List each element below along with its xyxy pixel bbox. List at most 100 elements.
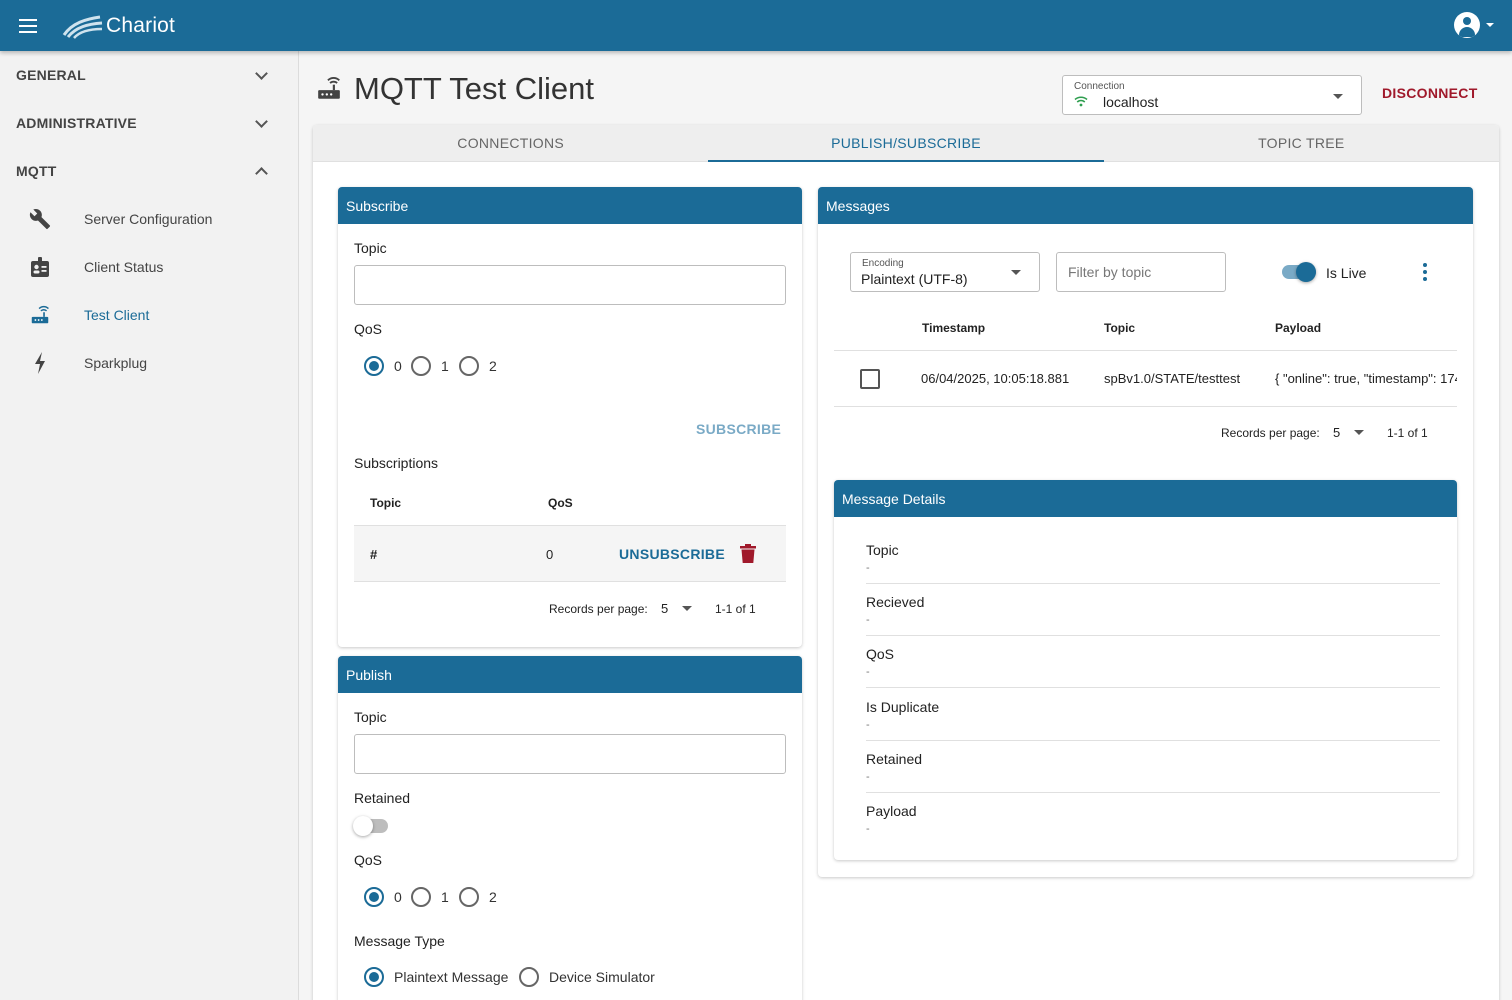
encoding-value: Plaintext (UTF-8) — [861, 271, 968, 287]
nav-group-label: MQTT — [16, 163, 57, 179]
message-type-radio-plaintext[interactable] — [364, 967, 384, 987]
connection-value: localhost — [1103, 94, 1159, 110]
publish-panel: Publish Topic Retained QoS 0 1 2 Message… — [338, 656, 802, 1000]
tab-publish-subscribe[interactable]: PUBLISH/SUBSCRIBE — [708, 125, 1104, 162]
account-menu[interactable] — [1454, 12, 1494, 38]
menu-icon[interactable] — [0, 0, 56, 51]
sidebar-item-label: Client Status — [84, 259, 164, 275]
detail-label: Is Duplicate — [866, 699, 940, 715]
publish-qos-radio-2[interactable] — [459, 887, 479, 907]
tab-topic-tree[interactable]: TOPIC TREE — [1104, 125, 1499, 161]
message-payload: { "online": true, "timestamp": 174 — [1275, 371, 1457, 386]
message-details-panel: Message Details Topic - Recieved - QoS -… — [834, 480, 1457, 860]
caret-down-icon — [1011, 270, 1021, 275]
message-type-option-label: Plaintext Message — [394, 969, 509, 985]
more-options-icon[interactable] — [1423, 263, 1427, 281]
messages-column-payload: Payload — [1275, 321, 1322, 335]
caret-down-icon — [1333, 94, 1343, 99]
is-live-toggle-thumb — [1296, 262, 1316, 282]
subscribe-panel: Subscribe Topic QoS 0 1 2 SUBSCRIBE Subs… — [338, 187, 802, 647]
row-checkbox[interactable] — [860, 369, 880, 389]
caret-down-icon — [682, 606, 692, 611]
subscribe-button[interactable]: SUBSCRIBE — [696, 421, 781, 437]
subscribe-qos-option-label: 0 — [394, 358, 402, 374]
records-per-page-select[interactable]: 5 — [661, 601, 668, 616]
publish-qos-option-label: 1 — [441, 889, 449, 905]
sidebar: GENERAL ADMINISTRATIVE MQTT Server Confi… — [0, 51, 299, 1000]
filter-topic-placeholder: Filter by topic — [1068, 264, 1152, 280]
lightning-icon — [28, 351, 52, 375]
subscription-topic: # — [370, 547, 378, 562]
messages-column-topic: Topic — [1104, 321, 1136, 335]
account-icon — [1454, 12, 1480, 38]
records-per-page-select[interactable]: 5 — [1333, 425, 1340, 440]
detail-label: Retained — [866, 751, 923, 767]
detail-value: - — [866, 562, 870, 574]
sidebar-item-sparkplug[interactable]: Sparkplug — [0, 339, 298, 387]
publish-qos-option-label: 0 — [394, 889, 402, 905]
test-client-card: CONNECTIONS PUBLISH/SUBSCRIBE TOPIC TREE… — [313, 125, 1499, 1000]
nav-group-administrative[interactable]: ADMINISTRATIVE — [0, 99, 298, 147]
sidebar-item-test-client[interactable]: Test Client — [0, 291, 298, 339]
chevron-down-icon — [255, 114, 268, 128]
connection-label: Connection — [1074, 81, 1125, 92]
sidebar-item-label: Server Configuration — [84, 211, 213, 227]
subscribe-qos-radio-2[interactable] — [459, 356, 479, 376]
subscribe-panel-header: Subscribe — [338, 187, 802, 224]
filter-topic-input[interactable]: Filter by topic — [1056, 252, 1226, 292]
sidebar-item-label: Test Client — [84, 307, 150, 323]
message-topic: spBv1.0/STATE/testtest — [1104, 371, 1241, 386]
detail-label: Topic — [866, 542, 899, 558]
tab-connections[interactable]: CONNECTIONS — [313, 125, 708, 161]
app-logo[interactable]: Chariot — [60, 13, 175, 39]
badge-icon — [28, 255, 52, 279]
page-title: MQTT Test Client — [354, 71, 595, 106]
messages-panel: Messages Encoding Plaintext (UTF-8) Filt… — [818, 187, 1473, 877]
publish-topic-input[interactable] — [354, 734, 786, 774]
encoding-select[interactable]: Encoding Plaintext (UTF-8) — [850, 252, 1040, 292]
messages-panel-header: Messages — [818, 187, 1473, 224]
table-row[interactable]: # 0 UNSUBSCRIBE — [354, 525, 786, 582]
trash-icon[interactable] — [740, 544, 756, 563]
messages-column-timestamp: Timestamp — [922, 321, 986, 335]
subscribe-topic-input[interactable] — [354, 265, 786, 305]
router-icon — [28, 303, 52, 327]
pagination-range: 1-1 of 1 — [715, 602, 756, 616]
publish-topic-label: Topic — [354, 709, 387, 725]
page-header: MQTT Test Client — [316, 71, 594, 107]
detail-label: Payload — [866, 803, 917, 819]
sidebar-item-server-configuration[interactable]: Server Configuration — [0, 195, 298, 243]
retained-label: Retained — [354, 790, 411, 806]
subscribe-qos-radio-0[interactable] — [364, 356, 384, 376]
publish-qos-radio-1[interactable] — [411, 887, 431, 907]
subscribe-qos-option-label: 1 — [441, 358, 449, 374]
nav-group-general[interactable]: GENERAL — [0, 51, 298, 99]
detail-value: - — [866, 771, 870, 783]
publish-qos-radio-0[interactable] — [364, 887, 384, 907]
sidebar-item-client-status[interactable]: Client Status — [0, 243, 298, 291]
disconnect-button[interactable]: DISCONNECT — [1382, 85, 1478, 101]
caret-down-icon — [1486, 23, 1494, 27]
sidebar-item-label: Sparkplug — [84, 355, 148, 371]
subscriptions-label: Subscriptions — [354, 455, 439, 471]
message-type-radio-device-simulator[interactable] — [519, 967, 539, 987]
connection-select[interactable]: Connection localhost — [1062, 75, 1362, 115]
tab-bar: CONNECTIONS PUBLISH/SUBSCRIBE TOPIC TREE — [313, 125, 1499, 162]
detail-qos: QoS - — [866, 636, 1440, 688]
detail-received: Recieved - — [866, 584, 1440, 636]
detail-value: - — [866, 614, 870, 626]
nav-group-mqtt[interactable]: MQTT — [0, 147, 298, 195]
detail-label: QoS — [866, 646, 895, 662]
unsubscribe-button[interactable]: UNSUBSCRIBE — [619, 546, 725, 562]
app-name: Chariot — [106, 13, 176, 37]
subscribe-qos-label: QoS — [354, 321, 383, 337]
subscribe-qos-radio-1[interactable] — [411, 356, 431, 376]
records-per-page-label: Records per page: — [549, 602, 648, 616]
encoding-label: Encoding — [862, 258, 904, 269]
table-row[interactable]: 06/04/2025, 10:05:18.881 spBv1.0/STATE/t… — [834, 350, 1457, 407]
chariot-logo-icon — [62, 15, 103, 39]
is-live-label: Is Live — [1326, 265, 1367, 281]
detail-value: - — [866, 823, 870, 835]
main-content: MQTT Test Client Connection localhost DI… — [300, 51, 1512, 1000]
subscribe-topic-label: Topic — [354, 240, 387, 256]
